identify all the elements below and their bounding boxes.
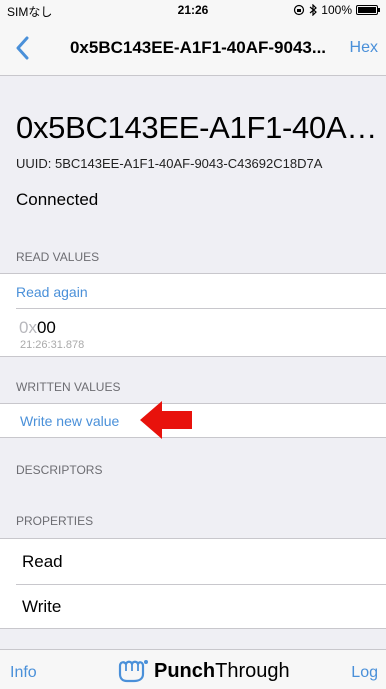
log-button[interactable]: Log (351, 664, 378, 682)
hex-button[interactable]: Hex (350, 39, 378, 57)
written-values-group: Write new value (0, 403, 386, 438)
bottom-toolbar: Info PunchThrough Log (0, 649, 386, 689)
battery-percent: 100% (321, 3, 352, 17)
value-number: 00 (36, 318, 56, 337)
status-bar: SIMなし 21:26 100% (0, 0, 386, 20)
properties-group: Read Write (0, 538, 386, 629)
property-read: Read (22, 552, 63, 571)
divider (16, 584, 386, 585)
write-new-value-button[interactable]: Write new value (20, 413, 119, 429)
rotation-lock-icon (294, 4, 305, 16)
section-header-written-values: WRITTEN VALUES (16, 380, 121, 394)
brand-name-bold: Punch (154, 659, 216, 682)
brand-logo: PunchThrough (116, 659, 290, 683)
property-write: Write (22, 597, 62, 616)
section-header-properties: PROPERTIES (16, 514, 94, 528)
characteristic-name: 0x5BC143EE-A1F1-40AF... (16, 110, 378, 145)
brand-name-regular: Through (215, 659, 290, 682)
read-value-row: 0x00 21:26:31.878 (0, 308, 386, 356)
connection-status: Connected (16, 190, 99, 209)
read-again-button[interactable]: Read again (16, 284, 88, 300)
brand-name: PunchThrough (154, 660, 290, 683)
navigation-bar: 0x5BC143EE-A1F1-40AF-9043... Hex (0, 20, 386, 76)
read-values-group: Read again 0x00 21:26:31.878 (0, 273, 386, 357)
section-header-descriptors: DESCRIPTORS (16, 463, 103, 477)
uuid-label: UUID: 5BC143EE-A1F1-40AF-9043-C43692C18D… (16, 156, 323, 171)
status-icons: 100% (293, 3, 380, 17)
battery-icon (356, 5, 380, 15)
read-timestamp: 21:26:31.878 (20, 339, 85, 351)
section-header-read-values: READ VALUES (16, 250, 100, 264)
value-prefix: 0x (19, 318, 37, 337)
punchthrough-logo-icon (118, 660, 148, 683)
red-arrow-icon (140, 401, 192, 439)
read-value: 0x00 (19, 318, 56, 338)
nav-title: 0x5BC143EE-A1F1-40AF-9043... (69, 38, 327, 57)
info-button[interactable]: Info (10, 664, 37, 682)
characteristic-header: 0x5BC143EE-A1F1-40AF... UUID: 5BC143EE-A… (0, 77, 386, 230)
bluetooth-icon (309, 4, 318, 16)
